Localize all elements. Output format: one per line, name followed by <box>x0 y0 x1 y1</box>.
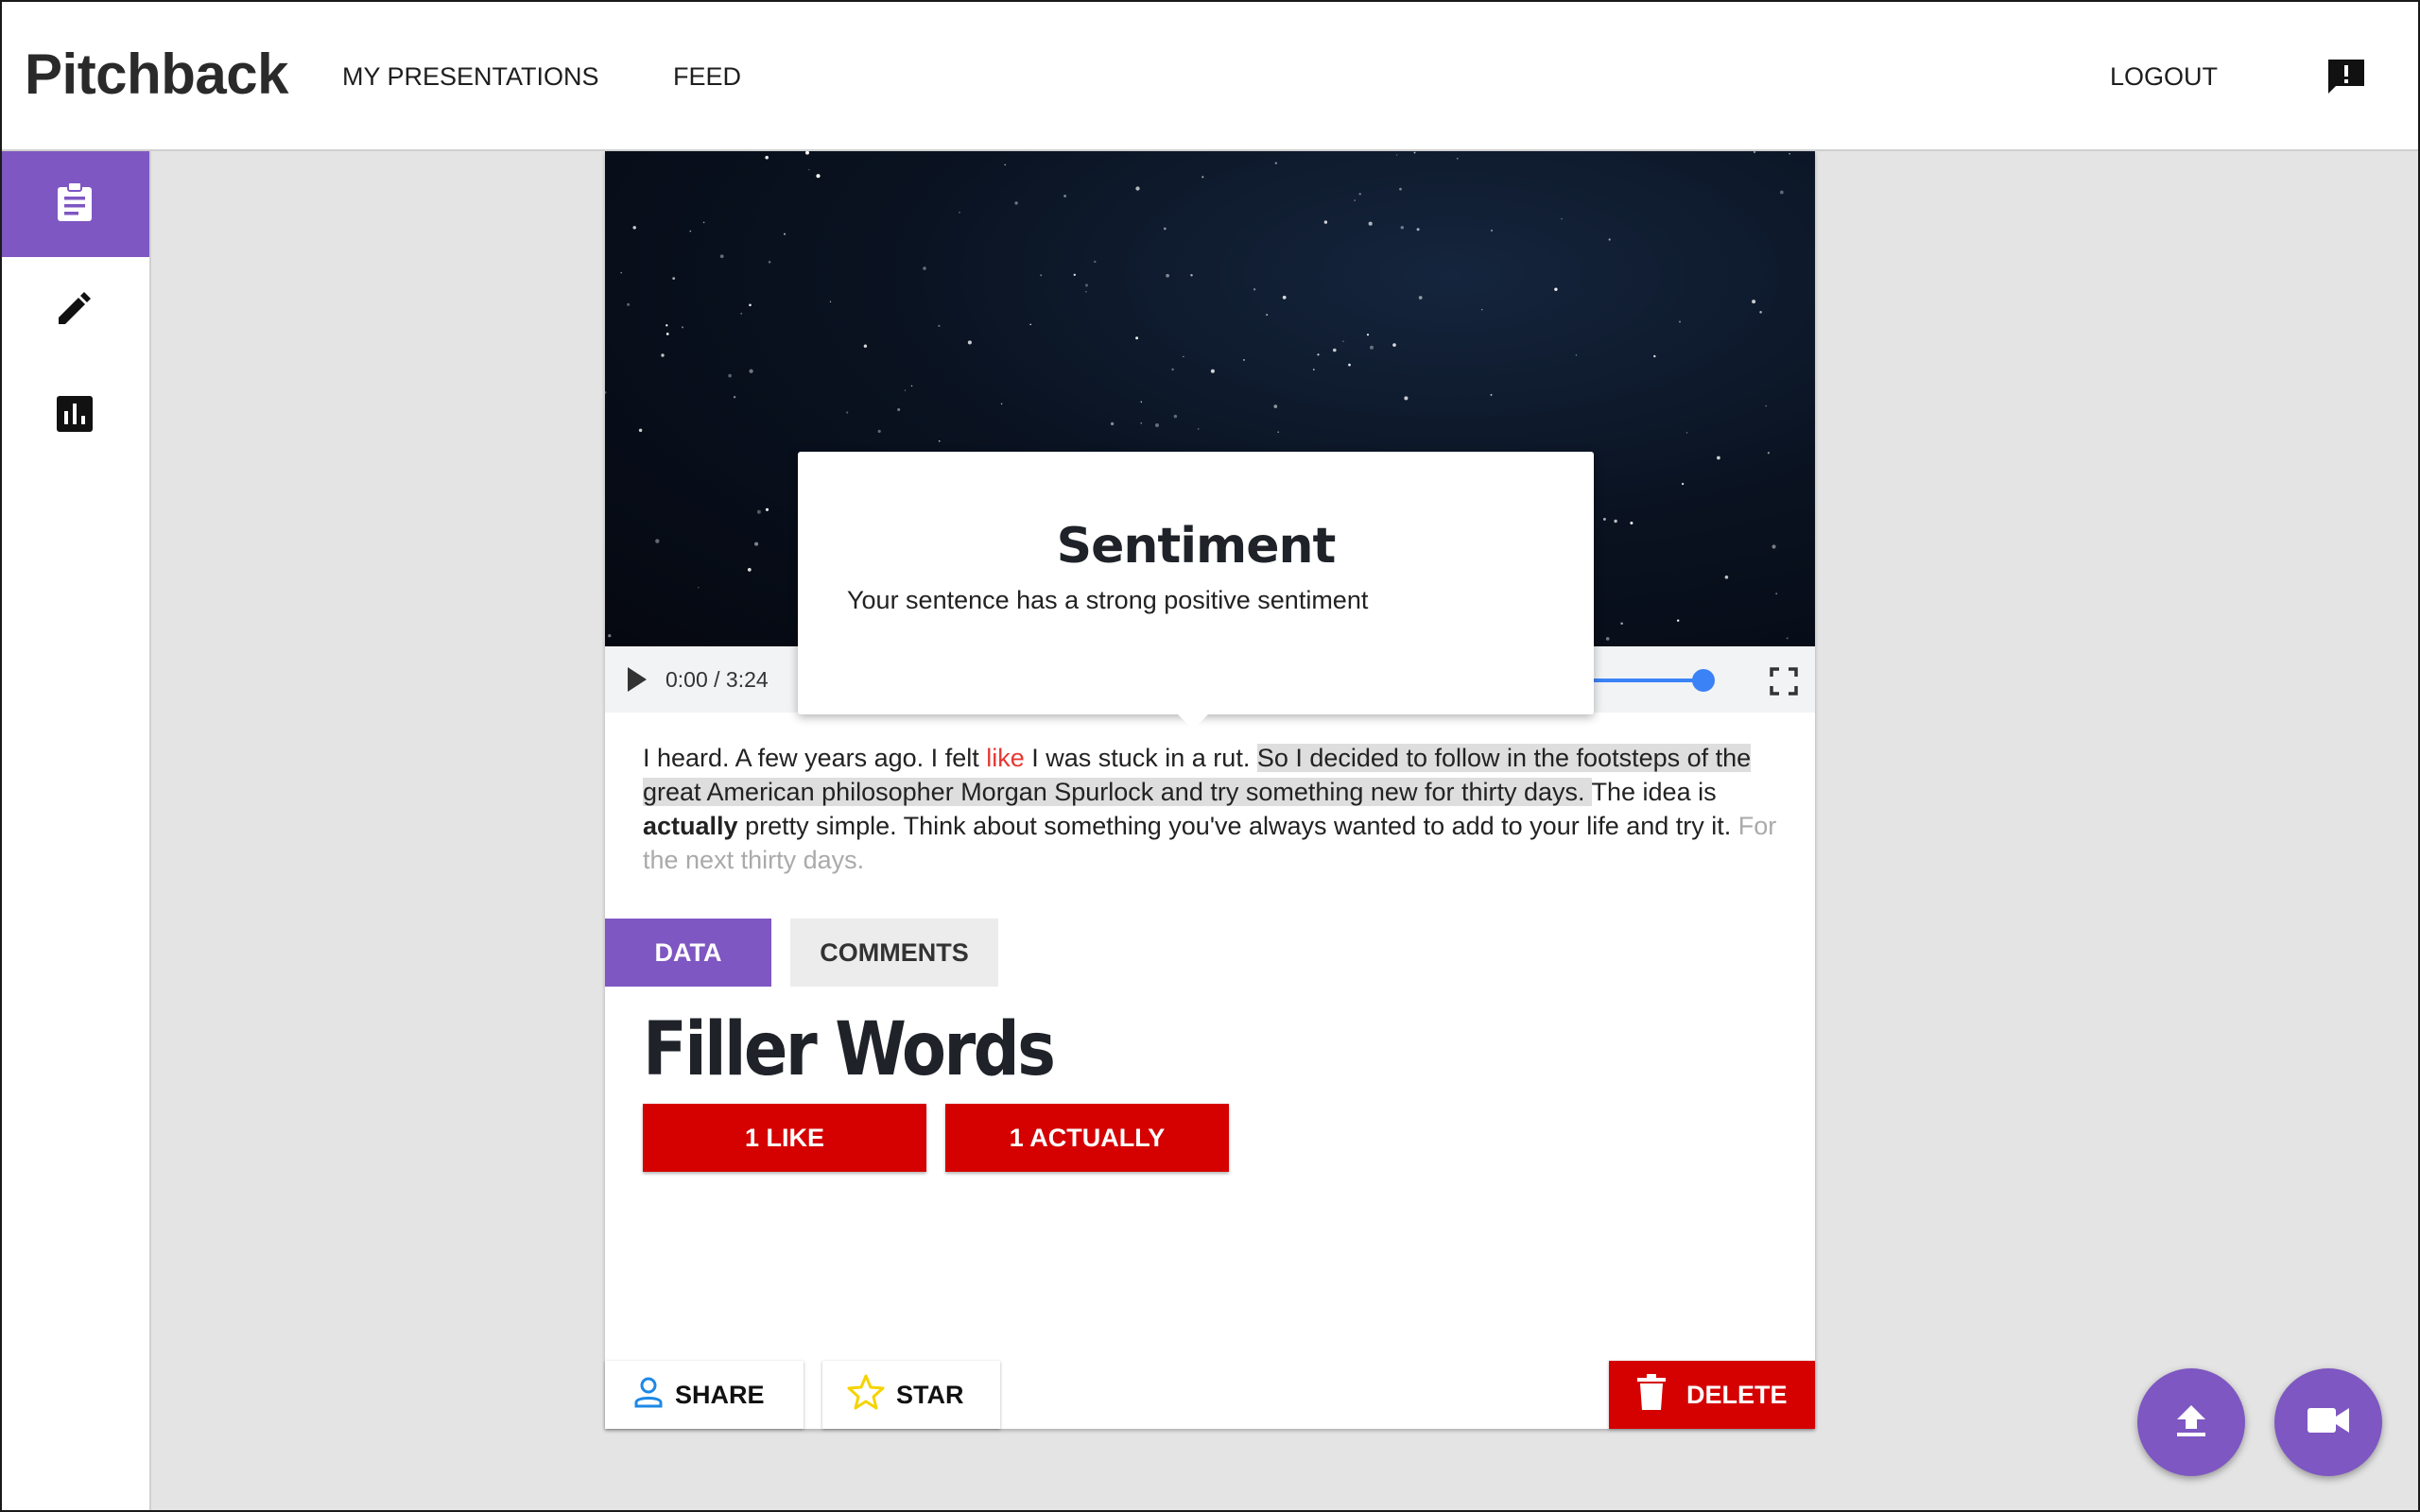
top-app-bar: Pitchback MY PRESENTATIONS FEED LOGOUT <box>0 0 2420 151</box>
transcript-text: I heard. A few years ago. I felt <box>643 744 987 772</box>
share-label: SHARE <box>675 1380 765 1409</box>
person-icon <box>633 1376 664 1415</box>
pencil-icon <box>56 289 94 332</box>
logout-link[interactable]: LOGOUT <box>2110 62 2218 92</box>
upload-icon <box>2175 1403 2207 1442</box>
delete-label: DELETE <box>1686 1380 1788 1409</box>
play-icon[interactable] <box>626 665 648 698</box>
filler-word-like[interactable]: like <box>986 744 1025 772</box>
record-video-button[interactable] <box>2274 1368 2382 1476</box>
sentiment-popover: Sentiment Your sentence has a strong pos… <box>798 452 1594 730</box>
popover-title: Sentiment <box>1056 518 1337 575</box>
transcript-text: pretty simple. Think about something you… <box>737 812 1738 840</box>
trash-icon <box>1637 1373 1666 1417</box>
popover-arrow <box>1176 713 1210 730</box>
share-button[interactable]: SHARE <box>605 1361 804 1429</box>
videocam-icon <box>2308 1406 2349 1439</box>
filler-chip-actually[interactable]: 1 ACTUALLY <box>945 1104 1229 1172</box>
sidebar-item-overview[interactable] <box>0 151 149 257</box>
transcript-text: I was stuck in a rut. <box>1024 744 1257 772</box>
app-title[interactable]: Pitchback <box>25 42 288 107</box>
transcript: I heard. A few years ago. I felt like I … <box>643 741 1787 877</box>
sidebar <box>0 151 151 1512</box>
star-label: STAR <box>896 1380 964 1409</box>
sidebar-item-edit[interactable] <box>0 257 149 363</box>
star-button[interactable]: STAR <box>822 1361 1000 1429</box>
filler-chip-like[interactable]: 1 LIKE <box>643 1104 926 1172</box>
upload-button[interactable] <box>2137 1368 2245 1476</box>
clipboard-icon <box>56 180 94 228</box>
star-icon <box>847 1374 885 1417</box>
fullscreen-icon[interactable] <box>1770 667 1798 700</box>
tab-comments[interactable]: COMMENTS <box>790 919 998 987</box>
tab-data[interactable]: DATA <box>605 919 771 987</box>
filler-word-actually[interactable]: actually <box>643 812 738 840</box>
filler-words-title: Filler Words <box>643 1007 1056 1092</box>
feedback-icon[interactable] <box>2325 57 2367 96</box>
volume-knob[interactable] <box>1692 669 1715 692</box>
nav-feed[interactable]: FEED <box>673 62 741 92</box>
transcript-text: The idea is <box>1591 778 1717 806</box>
popover-text: Your sentence has a strong positive sent… <box>847 586 1369 614</box>
bar-chart-icon <box>57 395 93 437</box>
presentation-card: 0:00 / 3:24 I heard. A few years ago. I … <box>605 151 1815 1429</box>
nav-my-presentations[interactable]: MY PRESENTATIONS <box>342 62 599 92</box>
sidebar-item-analytics[interactable] <box>0 363 149 469</box>
time-display: 0:00 / 3:24 <box>666 667 769 692</box>
delete-button[interactable]: DELETE <box>1609 1361 1815 1429</box>
